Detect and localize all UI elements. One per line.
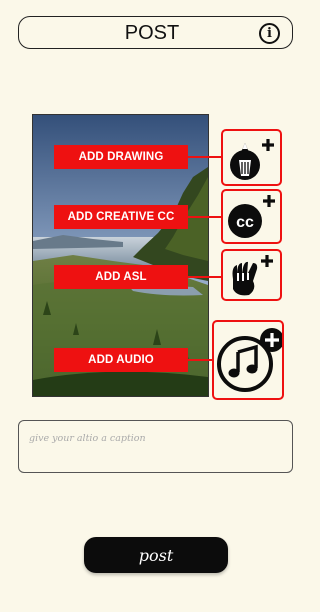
caption-input[interactable]: give your altio a caption bbox=[18, 420, 293, 473]
add-drawing-label[interactable]: ADD DRAWING bbox=[54, 145, 188, 169]
info-icon: i bbox=[267, 26, 272, 41]
cc-connector bbox=[188, 216, 221, 218]
add-asl-label[interactable]: ADD ASL bbox=[54, 265, 188, 289]
audio-connector bbox=[188, 359, 212, 361]
caption-placeholder: give your altio a caption bbox=[29, 433, 146, 444]
add-audio-button[interactable] bbox=[212, 320, 284, 400]
add-drawing-button[interactable] bbox=[221, 129, 282, 186]
add-asl-button[interactable] bbox=[221, 249, 282, 301]
add-audio-label[interactable]: ADD AUDIO bbox=[54, 348, 188, 372]
sign-language-hand-plus-icon bbox=[232, 255, 273, 296]
music-note-plus-icon bbox=[217, 328, 282, 392]
page-title: POST bbox=[124, 22, 180, 44]
drawing-connector bbox=[188, 156, 221, 158]
info-button[interactable]: i bbox=[259, 23, 280, 44]
post-button[interactable]: post bbox=[84, 537, 228, 573]
add-creative-cc-button[interactable]: cc bbox=[221, 189, 282, 244]
closed-caption-plus-icon: cc bbox=[228, 195, 275, 238]
post-button-label: post bbox=[138, 545, 174, 565]
add-creative-cc-label[interactable]: ADD CREATIVE CC bbox=[54, 205, 188, 229]
page-header: POST i bbox=[18, 16, 293, 49]
asl-connector bbox=[188, 276, 221, 278]
pencil-plus-icon bbox=[230, 139, 274, 180]
svg-text:cc: cc bbox=[236, 214, 254, 231]
